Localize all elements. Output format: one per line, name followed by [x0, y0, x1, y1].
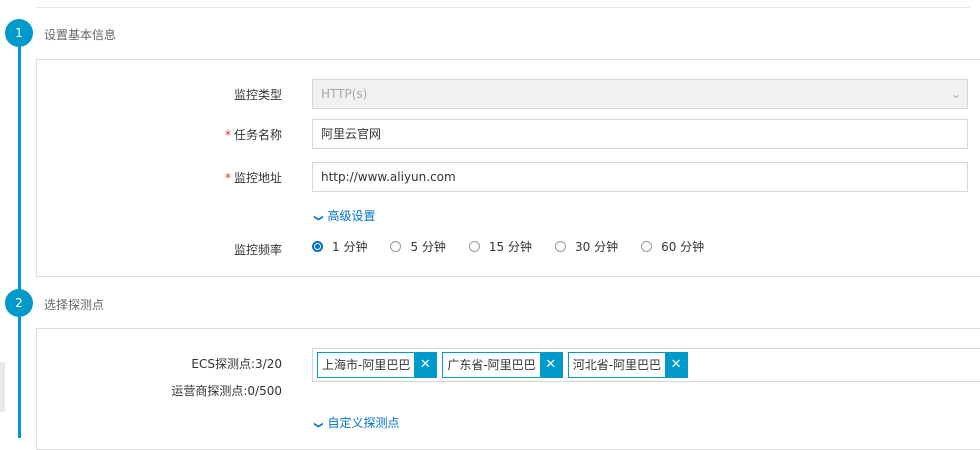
- probe-tag-label: 广东省-阿里巴巴: [447, 358, 536, 372]
- probe-tag: 上海市-阿里巴巴 ✕: [317, 352, 438, 378]
- monitor-type-label: 监控类型: [233, 88, 282, 102]
- select-arrow-icon: ⌄: [950, 87, 961, 101]
- close-icon[interactable]: ✕: [539, 353, 562, 377]
- step-1-title: 设置基本信息: [44, 28, 117, 42]
- top-divider: [36, 7, 970, 8]
- advanced-settings-link[interactable]: ❯ 高级设置: [312, 207, 376, 224]
- step-2-badge: 2: [5, 289, 33, 317]
- chevron-down-icon: ❯: [312, 214, 323, 222]
- monitor-type-value: HTTP(s): [321, 87, 368, 101]
- radio-icon[interactable]: [390, 241, 402, 252]
- frequency-option-15[interactable]: 15 分钟: [468, 238, 532, 255]
- probe-tag-label: 河北省-阿里巴巴: [572, 358, 662, 372]
- frequency-option-5[interactable]: 5 分钟: [390, 238, 446, 255]
- task-name-value: 阿里云官网: [321, 127, 382, 141]
- task-name-input[interactable]: 阿里云官网: [312, 119, 968, 149]
- side-handle[interactable]: [0, 362, 5, 412]
- radio-icon[interactable]: [468, 241, 480, 252]
- custom-probe-link[interactable]: ❯ 自定义探测点: [312, 414, 400, 431]
- radio-icon[interactable]: [641, 241, 653, 252]
- monitor-url-value: http://www.aliyun.com: [321, 170, 456, 184]
- task-name-label: * 任务名称: [224, 128, 282, 142]
- monitor-url-input[interactable]: http://www.aliyun.com: [312, 162, 968, 192]
- step-2-title: 选择探测点: [44, 298, 105, 312]
- monitor-type-select[interactable]: HTTP(s) ⌄: [312, 79, 968, 109]
- frequency-option-1[interactable]: 1 分钟: [312, 238, 367, 255]
- frequency-label: 监控频率: [233, 243, 282, 257]
- advanced-settings-label: 高级设置: [327, 209, 376, 223]
- required-mark: *: [224, 128, 231, 142]
- close-icon[interactable]: ✕: [414, 353, 437, 377]
- required-mark: *: [224, 171, 231, 185]
- isp-probe-count: 运营商探测点:0/500: [171, 384, 282, 398]
- monitor-url-label: * 监控地址: [224, 171, 282, 185]
- probe-tag: 河北省-阿里巴巴 ✕: [567, 352, 689, 378]
- chevron-down-icon: ❯: [312, 421, 323, 429]
- ecs-probe-count: ECS探测点:3/20: [191, 357, 282, 371]
- frequency-option-label: 5 分钟: [410, 240, 446, 254]
- selected-probes-box[interactable]: 上海市-阿里巴巴 ✕ 广东省-阿里巴巴 ✕ 河北省-阿里巴巴 ✕: [312, 348, 980, 382]
- custom-probe-label: 自定义探测点: [327, 416, 400, 430]
- step-1-badge: 1: [5, 19, 33, 47]
- probe-tag-label: 上海市-阿里巴巴: [322, 358, 411, 372]
- close-icon[interactable]: ✕: [665, 353, 688, 377]
- radio-checked-icon[interactable]: [312, 241, 323, 252]
- frequency-option-60[interactable]: 60 分钟: [641, 238, 704, 255]
- frequency-option-30[interactable]: 30 分钟: [555, 238, 618, 255]
- frequency-option-label: 1 分钟: [332, 240, 368, 254]
- frequency-option-label: 30 分钟: [575, 240, 619, 254]
- frequency-option-label: 60 分钟: [661, 240, 705, 254]
- probe-tag: 广东省-阿里巴巴 ✕: [442, 352, 563, 378]
- step-timeline: [18, 40, 21, 438]
- frequency-radio-group: 1 分钟 5 分钟 15 分钟 30 分钟 60 分钟: [312, 238, 727, 255]
- frequency-option-label: 15 分钟: [488, 240, 532, 254]
- radio-icon[interactable]: [555, 241, 566, 252]
